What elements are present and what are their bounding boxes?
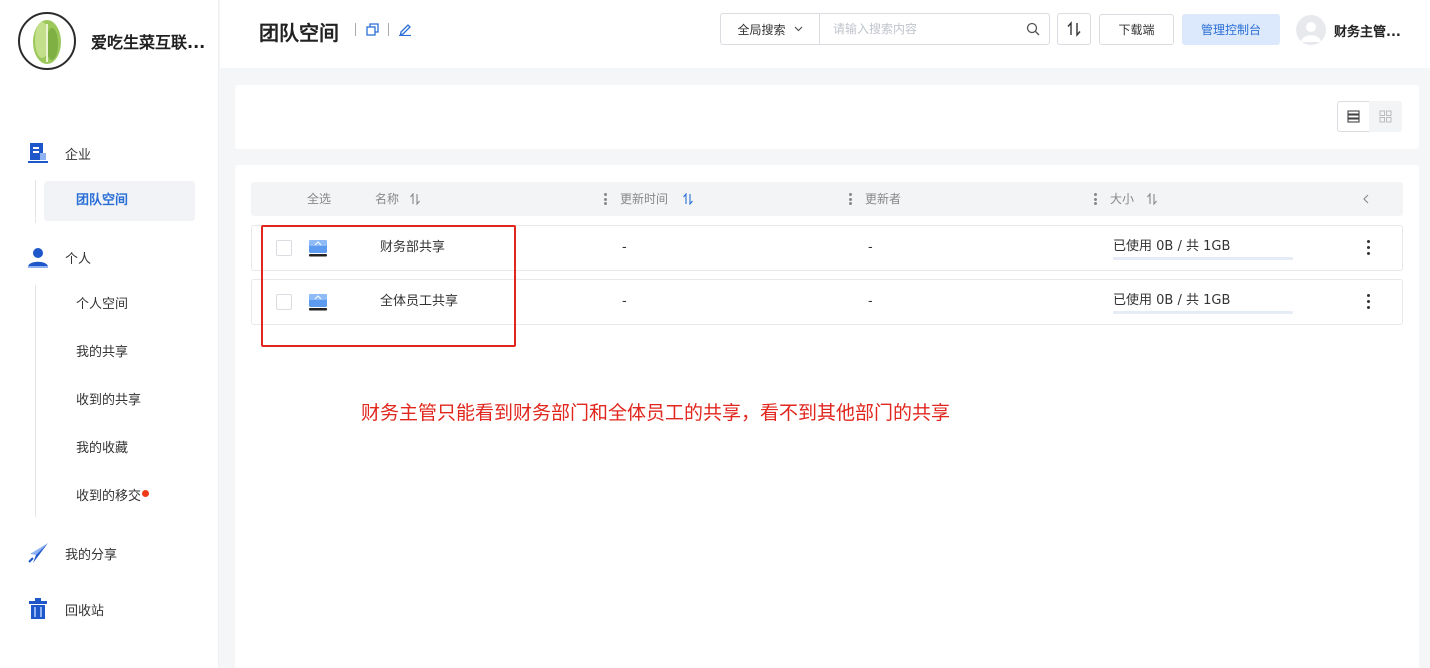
- edit-icon[interactable]: [397, 21, 413, 37]
- nav-recycle-bin-label: 回收站: [65, 603, 105, 619]
- storage-progress: [1113, 311, 1293, 314]
- download-client-button[interactable]: 下载端: [1099, 14, 1174, 45]
- table-row[interactable]: 财务部共享 - - 已使用 0B / 共 1GB: [251, 225, 1403, 271]
- team-drive-icon: [308, 292, 328, 312]
- top-header: 团队空间 全局搜索 请输入搜索内容 下载端 管理控制台 财务主管...: [220, 0, 1430, 68]
- brand[interactable]: 爱吃生菜互联...: [18, 12, 205, 70]
- table-row[interactable]: 全体员工共享 - - 已使用 0B / 共 1GB: [251, 279, 1403, 325]
- sidebar-item-received-shares[interactable]: 收到的共享: [44, 381, 195, 421]
- column-resize-handle[interactable]: [604, 193, 607, 205]
- column-updated-time[interactable]: 更新时间: [620, 182, 694, 216]
- nav-enterprise-label: 企业: [65, 147, 92, 163]
- search-scope-dropdown[interactable]: 全局搜索: [721, 14, 820, 44]
- file-name[interactable]: 全体员工共享: [380, 280, 458, 324]
- sort-icon: [682, 193, 694, 205]
- avatar: [1296, 15, 1326, 45]
- storage-usage: 已使用 0B / 共 1GB: [1113, 239, 1231, 254]
- updated-time: -: [622, 294, 627, 309]
- grid-view-button[interactable]: [1369, 101, 1402, 132]
- toolbar: [235, 85, 1419, 149]
- sort-icon: [1146, 193, 1158, 205]
- search-input[interactable]: [820, 14, 1017, 44]
- user-menu[interactable]: 财务主管...: [1296, 15, 1401, 45]
- column-updater[interactable]: 更新者: [865, 182, 901, 216]
- list-view-button[interactable]: [1337, 101, 1370, 132]
- sort-icon: [409, 193, 421, 205]
- search-bar: 全局搜索: [720, 13, 1050, 45]
- sort-icon: [1066, 21, 1082, 37]
- column-resize-handle[interactable]: [1094, 193, 1097, 205]
- chevron-down-icon: [794, 26, 803, 32]
- sort-button[interactable]: [1057, 13, 1091, 45]
- grid-icon: [1379, 110, 1392, 123]
- brand-logo: [18, 12, 76, 70]
- paper-plane-icon: [26, 541, 50, 565]
- sidebar-item-my-shares[interactable]: 我的共享: [44, 333, 195, 373]
- table-header: 全选 名称 更新时间 更新者 大小: [251, 182, 1403, 216]
- nav-my-share[interactable]: 我的分享: [26, 541, 117, 565]
- admin-console-button[interactable]: 管理控制台: [1182, 14, 1280, 45]
- user-icon: [26, 245, 50, 269]
- nav-personal[interactable]: 个人: [26, 245, 91, 269]
- brand-name: 爱吃生菜互联...: [91, 33, 206, 52]
- trash-icon: [26, 597, 50, 621]
- team-drive-icon: [308, 238, 328, 258]
- nav-recycle-bin[interactable]: 回收站: [26, 597, 104, 621]
- row-checkbox[interactable]: [276, 294, 292, 310]
- search-icon[interactable]: [1017, 14, 1049, 44]
- building-icon: [26, 141, 50, 165]
- page-title: 团队空间: [259, 21, 339, 45]
- sidebar-item-favorites[interactable]: 我的收藏: [44, 429, 195, 469]
- user-name: 财务主管...: [1334, 24, 1401, 40]
- column-resize-handle[interactable]: [849, 193, 852, 205]
- storage-usage: 已使用 0B / 共 1GB: [1113, 293, 1231, 308]
- more-icon[interactable]: [1365, 294, 1371, 310]
- updated-time: -: [622, 240, 627, 255]
- title-divider: [388, 23, 389, 36]
- sidebar-item-personal-space[interactable]: 个人空间: [44, 285, 195, 325]
- file-name[interactable]: 财务部共享: [380, 226, 445, 270]
- more-icon[interactable]: [1365, 240, 1371, 256]
- chevron-left-icon: [1362, 194, 1370, 204]
- sidebar-item-team-space[interactable]: 团队空间: [44, 181, 195, 221]
- row-checkbox[interactable]: [276, 240, 292, 256]
- storage-progress: [1113, 257, 1293, 260]
- sidebar: 爱吃生菜互联... 企业 团队空间 个人 个人空间 我的共享 收到的共享 我的收…: [0, 0, 219, 668]
- nav-personal-label: 个人: [65, 251, 92, 267]
- list-icon: [1347, 110, 1360, 123]
- column-size[interactable]: 大小: [1110, 182, 1158, 216]
- updater: -: [868, 294, 873, 309]
- select-all[interactable]: 全选: [307, 182, 331, 216]
- notification-dot: [142, 490, 150, 497]
- copy-icon[interactable]: [364, 21, 380, 37]
- nav-my-share-label: 我的分享: [65, 547, 118, 563]
- updater: -: [868, 240, 873, 255]
- column-name[interactable]: 名称: [375, 182, 421, 216]
- column-name-label: 名称: [375, 192, 400, 206]
- annotation-text: 财务主管只能看到财务部门和全体员工的共享，看不到其他部门的共享: [361, 402, 951, 424]
- nav-enterprise[interactable]: 企业: [26, 141, 91, 165]
- sidebar-item-received-transfers[interactable]: 收到的移交: [44, 477, 195, 517]
- nav-divider: [35, 285, 36, 517]
- column-size-label: 大小: [1110, 192, 1135, 206]
- collapse-columns-button[interactable]: [1362, 182, 1370, 216]
- title-divider: [355, 23, 356, 36]
- nav-divider: [35, 180, 36, 223]
- sidebar-item-label: 收到的移交: [76, 489, 142, 504]
- search-scope-label: 全局搜索: [737, 22, 786, 37]
- column-updated-label: 更新时间: [620, 192, 669, 206]
